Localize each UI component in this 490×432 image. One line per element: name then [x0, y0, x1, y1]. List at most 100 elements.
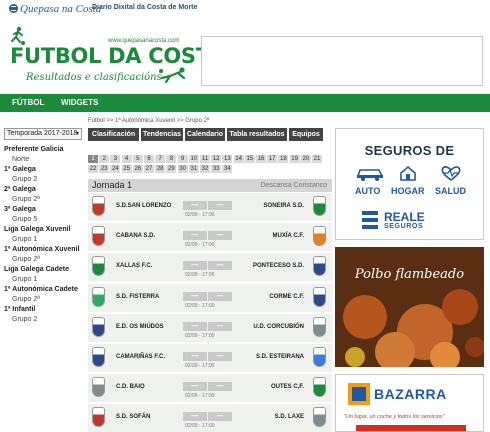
- jornada-page-button[interactable]: 29: [166, 165, 177, 173]
- away-team-name[interactable]: CORME C.F.: [269, 294, 304, 300]
- home-team-name[interactable]: S.D.SAN LORENZO: [116, 203, 171, 209]
- sidebar-category[interactable]: 1ª Autonómica Cadete: [4, 285, 84, 295]
- quepasa-logo[interactable]: Quepasa na Costa: [9, 1, 101, 16]
- jornada-page-button[interactable]: 30: [177, 165, 188, 173]
- home-team-name[interactable]: E.D. OS MIÚDOS: [116, 324, 164, 330]
- jornada-page-button[interactable]: 34: [222, 165, 233, 173]
- away-crest-icon[interactable]: [313, 226, 326, 247]
- sidebar-category[interactable]: Preferente Galicia: [4, 145, 84, 155]
- home-crest-icon[interactable]: [92, 196, 105, 216]
- sidebar-group-link[interactable]: Grupo 2: [4, 175, 84, 185]
- jornada-page-button[interactable]: 14: [233, 155, 244, 163]
- jornada-page-button[interactable]: 9: [177, 155, 188, 163]
- away-team-name[interactable]: U.D. CORCUBIÓN: [253, 324, 304, 330]
- sidebar-category[interactable]: 1ª Galega: [4, 165, 84, 175]
- jornada-page-button[interactable]: 24: [110, 165, 121, 173]
- home-team-name[interactable]: C.D. BAIO: [116, 384, 145, 390]
- sidebar-category[interactable]: Liga Galega Xuvenil: [4, 225, 84, 235]
- home-crest-icon[interactable]: [92, 347, 105, 367]
- futbol-logo[interactable]: www.quepasanacosta.com FUTBOL DA COSTA R…: [8, 26, 224, 90]
- home-team-name[interactable]: S.D. FISTERRA: [116, 294, 159, 300]
- away-crest-icon[interactable]: [313, 377, 326, 398]
- nav-futbol[interactable]: FÚTBOL: [12, 98, 44, 107]
- away-crest-icon[interactable]: [313, 256, 326, 277]
- away-team-name[interactable]: SONEIRA S.D.: [264, 203, 304, 209]
- jornada-page-button[interactable]: 2: [99, 155, 110, 163]
- jornada-page-button[interactable]: 33: [211, 165, 222, 173]
- jornada-page-button[interactable]: 26: [132, 165, 143, 173]
- home-crest-icon[interactable]: [92, 407, 105, 428]
- sidebar-group-link[interactable]: Grupo 5: [4, 215, 84, 225]
- jornada-page-button[interactable]: 7: [155, 155, 166, 163]
- home-crest-icon[interactable]: [92, 377, 105, 398]
- season-select[interactable]: Temporada 2017-2018 ▾: [4, 128, 82, 140]
- jornada-page-button[interactable]: 15: [244, 155, 255, 163]
- sidebar-group-link[interactable]: Grupo 2ª: [4, 295, 84, 305]
- jornada-page-button[interactable]: 16: [256, 155, 266, 163]
- jornada-page-button[interactable]: 1: [88, 155, 98, 163]
- ad-banner-placeholder[interactable]: [201, 36, 483, 86]
- home-team-name[interactable]: XALLAS F.C.: [116, 263, 152, 269]
- away-team-name[interactable]: MUXÍA C.F.: [273, 233, 304, 239]
- away-crest-icon[interactable]: [313, 407, 326, 428]
- jornada-page-button[interactable]: 4: [121, 155, 132, 163]
- away-team-name[interactable]: S.D. ESTEIRANA: [256, 354, 304, 360]
- nav-widgets[interactable]: WIDGETS: [61, 98, 98, 107]
- match-row[interactable]: S.D. SOFÁN — —02/09 - 17:00 S.D. LAXE: [88, 404, 332, 432]
- sidebar-group-link[interactable]: Grupo 2: [4, 315, 84, 325]
- home-crest-icon[interactable]: [92, 226, 105, 247]
- sidebar-category[interactable]: Liga Galega Cadete: [4, 265, 84, 275]
- away-crest-icon[interactable]: [313, 286, 326, 307]
- jornada-page-button[interactable]: 8: [166, 155, 177, 163]
- jornada-page-button[interactable]: 21: [312, 155, 322, 163]
- away-crest-icon[interactable]: [313, 196, 326, 216]
- jornada-page-button[interactable]: 11: [200, 155, 210, 163]
- sidebar-group-link[interactable]: Grupo 2ª: [4, 195, 84, 205]
- polbo-ad[interactable]: Polbo flambeado: [335, 247, 484, 367]
- jornada-page-button[interactable]: 10: [188, 155, 199, 163]
- jornada-page-button[interactable]: 3: [110, 155, 121, 163]
- tab-tabla-resultados[interactable]: Tabla resultados: [227, 128, 287, 141]
- match-row[interactable]: E.D. OS MIÚDOS — —02/09 - 17:00 U.D. CORCUB…: [88, 313, 332, 343]
- sidebar-category[interactable]: 2ª Galega: [4, 185, 84, 195]
- jornada-page-button[interactable]: 12: [211, 155, 222, 163]
- jornada-page-button[interactable]: 20: [300, 155, 311, 163]
- away-crest-icon[interactable]: [313, 316, 326, 337]
- tab-calendario[interactable]: Calendario: [185, 128, 225, 141]
- away-team-name[interactable]: OUTES C.F.: [271, 384, 304, 390]
- match-row[interactable]: C.D. BAIO — —02/09 - 17:00 OUTES C.F.: [88, 374, 332, 404]
- jornada-page-button[interactable]: 19: [289, 155, 300, 163]
- sidebar-category[interactable]: 3ª Galega: [4, 205, 84, 215]
- home-team-name[interactable]: CABANA S.D.: [116, 233, 155, 239]
- jornada-page-button[interactable]: 31: [188, 165, 199, 173]
- jornada-page-button[interactable]: 18: [278, 155, 289, 163]
- sidebar-group-link[interactable]: Grupo 1: [4, 275, 84, 285]
- seguros-ad[interactable]: SEGUROS DE AUTO HOGAR SALUD REALE SEGURO…: [335, 128, 484, 240]
- home-team-name[interactable]: CAMARIÑAS F.C.: [116, 354, 165, 360]
- tab-equipos[interactable]: Equipos: [289, 128, 323, 141]
- home-crest-icon[interactable]: [92, 286, 105, 307]
- jornada-page-button[interactable]: 5: [132, 155, 143, 163]
- jornada-page-button[interactable]: 17: [267, 155, 278, 163]
- away-team-name[interactable]: PONTECESO S.D.: [253, 263, 304, 269]
- bazarra-ad[interactable]: BAZARRA "Un lugar, un coche y todos los …: [335, 374, 484, 432]
- jornada-page-button[interactable]: 6: [144, 155, 154, 163]
- sidebar-group-link[interactable]: Norte: [4, 155, 84, 165]
- home-crest-icon[interactable]: [92, 316, 105, 337]
- jornada-page-button[interactable]: 27: [144, 165, 154, 173]
- match-row[interactable]: S.D.SAN LORENZO — — 02/09 - 17:00 SONEIRA S.…: [88, 193, 332, 222]
- sidebar-category[interactable]: 1ª Infantil: [4, 305, 84, 315]
- jornada-page-button[interactable]: 13: [222, 155, 233, 163]
- jornada-page-button[interactable]: 32: [200, 165, 210, 173]
- tab-tendencias[interactable]: Tendencias: [141, 128, 183, 141]
- home-team-name[interactable]: S.D. SOFÁN: [116, 414, 150, 420]
- sidebar-category[interactable]: 1ª Autonómica Xuvenil: [4, 245, 84, 255]
- jornada-page-button[interactable]: 25: [121, 165, 132, 173]
- match-row[interactable]: CABANA S.D. — —02/09 - 17:00 MUXÍA C.F.: [88, 223, 332, 253]
- sidebar-group-link[interactable]: Grupo 2ª: [4, 255, 84, 265]
- jornada-page-button[interactable]: 22: [88, 165, 98, 173]
- match-row[interactable]: S.D. FISTERRA — —02/09 - 17:00 CORME C.F.: [88, 283, 332, 313]
- tab-clasificacion[interactable]: Clasificación: [88, 128, 139, 141]
- match-row[interactable]: XALLAS F.C. — —02/09 - 17:00 PONTECESO S.D.: [88, 253, 332, 283]
- sidebar-group-link[interactable]: Grupo 1: [4, 235, 84, 245]
